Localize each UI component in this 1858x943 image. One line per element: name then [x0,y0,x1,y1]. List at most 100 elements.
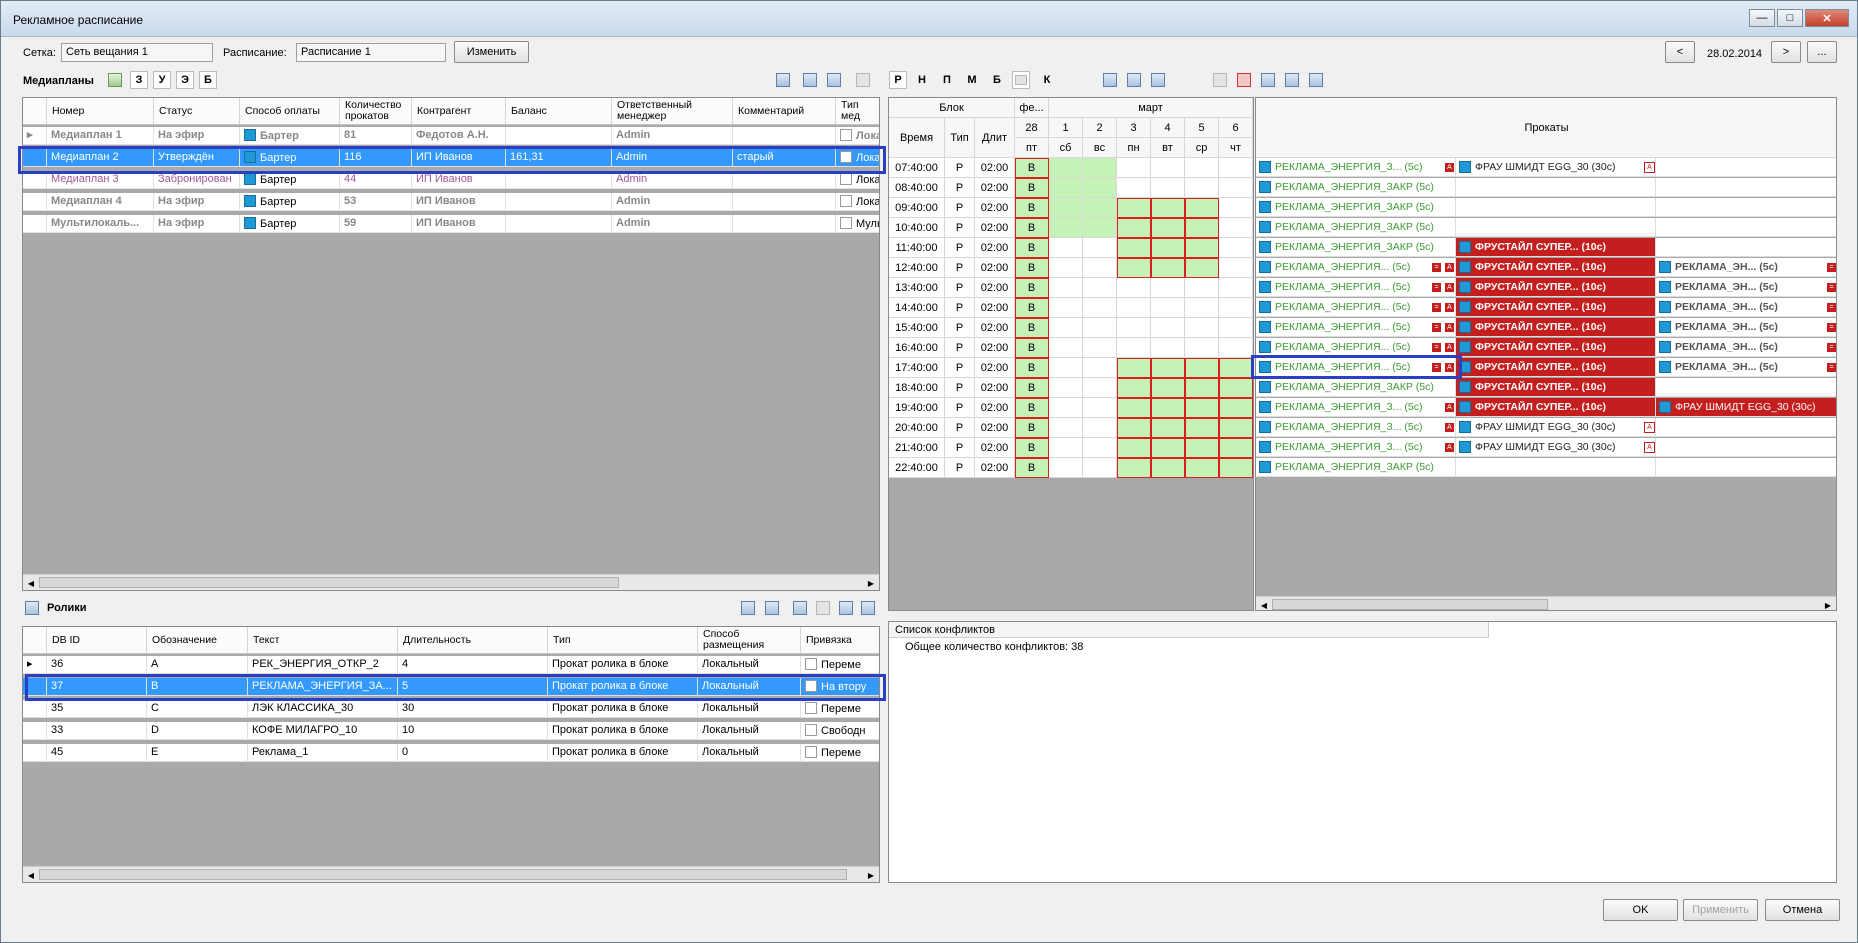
day-cell[interactable]: B [1015,358,1049,378]
filter-b-button[interactable]: Б [199,71,217,89]
day-cell[interactable] [1185,238,1219,258]
day-cell[interactable] [1117,458,1151,478]
day-cell[interactable] [1185,378,1219,398]
mediaplan-view-icon[interactable] [106,71,124,89]
ad-cell[interactable]: РЕКЛАМА_ЭНЕРГИЯ... (5с) = A [1256,298,1456,317]
col-status[interactable]: Статус [154,98,240,124]
day-cell[interactable]: B [1015,238,1049,258]
day-cell[interactable] [1083,358,1117,378]
ad-cell[interactable]: ФРАУ ШМИДТ EGG_30 (30с) A [1456,418,1656,437]
mediaplans-hscroll[interactable]: ◀ ▶ [23,574,879,590]
day-cell[interactable] [1049,438,1083,458]
day-cell[interactable] [1049,358,1083,378]
day-cell[interactable] [1117,378,1151,398]
day-cell[interactable] [1219,358,1253,378]
more-button[interactable]: ... [1807,41,1837,63]
day-cell[interactable] [1151,218,1185,238]
letter-p-button[interactable]: П [938,71,956,89]
day-cell[interactable]: B [1015,258,1049,278]
ad-cell[interactable]: РЕКЛАМА_ЭН... (5с) = [1656,358,1836,377]
letter-n-button[interactable]: Н [913,71,931,89]
table-row[interactable]: 45 E Реклама_1 0 Прокат ролика в блоке Л… [23,744,879,762]
col-code[interactable]: Обозначение [147,627,248,653]
day-cell[interactable] [1185,178,1219,198]
day-cell[interactable] [1117,218,1151,238]
day-cell[interactable]: B [1015,338,1049,358]
day-cell[interactable] [1049,398,1083,418]
ad-cell[interactable]: РЕКЛАМА_ЭН... (5с) = [1656,278,1836,297]
ad-cell[interactable]: ФРУСТАЙЛ СУПЕР... (10с) [1456,378,1656,397]
day-cell[interactable] [1083,298,1117,318]
day-cell[interactable] [1151,198,1185,218]
day-cell[interactable] [1151,258,1185,278]
col-count[interactable]: Количество прокатов [340,98,412,124]
ad-cell[interactable]: РЕКЛАМА_ЭН... (5с) = [1656,298,1836,317]
ad-cell[interactable]: РЕКЛАМА_ЭНЕРГИЯ_ЗАКР (5с) [1256,238,1456,257]
table-row[interactable]: 35 C ЛЭК КЛАССИКА_30 30 Прокат ролика в … [23,700,879,718]
day-cell[interactable] [1185,418,1219,438]
day-cell[interactable] [1083,458,1117,478]
day-cell[interactable] [1117,298,1151,318]
day-cell[interactable] [1219,438,1253,458]
ad-cell[interactable]: ФРУСТАЙЛ СУПЕР... (10с) [1456,238,1656,257]
day-cell[interactable] [1185,218,1219,238]
minimize-button[interactable]: — [1749,9,1775,27]
ad-cell[interactable]: ФРАУ ШМИДТ EGG_30 (30с) A [1456,158,1656,177]
day-cell[interactable] [1049,458,1083,478]
ad-cell[interactable]: РЕКЛАМА_ЭНЕРГИЯ_ЗАКР (5с) [1256,458,1456,477]
day-cell[interactable] [1117,238,1151,258]
day-cell[interactable] [1083,198,1117,218]
day-cell[interactable] [1117,178,1151,198]
filter-e-button[interactable]: Э [176,71,194,89]
ad-cell[interactable]: РЕКЛАМА_ЭНЕРГИЯ... (5с) = A [1256,278,1456,297]
clip-view-icon[interactable] [837,599,855,617]
add-mediaplan-icon[interactable] [801,71,819,89]
schedule-field[interactable]: Расписание 1 [296,43,446,62]
col-text[interactable]: Текст [248,627,398,653]
day-cell[interactable] [1185,278,1219,298]
block-icon-5[interactable] [1307,71,1325,89]
day-cell[interactable] [1185,438,1219,458]
ad-cell[interactable]: РЕКЛАМА_ЭНЕРГИЯ_З... (5с) A [1256,158,1456,177]
day-cell[interactable] [1117,198,1151,218]
day-cell[interactable] [1219,218,1253,238]
clip-dropdown-icon[interactable] [763,599,781,617]
ad-cell[interactable]: ФРУСТАЙЛ СУПЕР... (10с) [1456,258,1656,277]
day-cell[interactable] [1151,458,1185,478]
close-button[interactable]: ✕ [1805,9,1849,27]
layout-icon-3[interactable] [1149,71,1167,89]
day-cell[interactable] [1083,278,1117,298]
day-cell[interactable] [1117,398,1151,418]
col-contragent[interactable]: Контрагент [412,98,506,124]
ad-cell[interactable]: РЕКЛАМА_ЭНЕРГИЯ... (5с) = A [1256,358,1456,377]
ad-cell[interactable]: ФРУСТАЙЛ СУПЕР... (10с) [1456,298,1656,317]
clip-delete-icon[interactable] [859,599,877,617]
cancel-button[interactable]: Отмена [1765,899,1840,921]
col-type[interactable]: Тип мед [836,98,879,124]
day-cell[interactable]: B [1015,418,1049,438]
day-cell[interactable] [1083,158,1117,178]
day-cell[interactable] [1049,198,1083,218]
prev-date-button[interactable]: < [1665,41,1695,63]
ad-cell[interactable]: РЕКЛАМА_ЭН... (5с) = [1656,258,1836,277]
day-cell[interactable] [1219,238,1253,258]
day-cell[interactable]: B [1015,158,1049,178]
day-cell[interactable] [1049,318,1083,338]
ok-button[interactable]: OK [1603,899,1678,921]
ad-cell[interactable]: ФРАУ ШМИДТ EGG_30 (30с) A [1456,438,1656,457]
ad-cell[interactable]: РЕКЛАМА_ЭНЕРГИЯ_ЗАКР (5с) [1256,178,1456,197]
grid-field[interactable]: Сеть вещания 1 [61,43,213,62]
day-cell[interactable] [1151,318,1185,338]
ad-cell[interactable]: ФРУСТАЙЛ СУПЕР... (10с) [1456,398,1656,417]
col-binding[interactable]: Привязка [801,627,879,653]
day-cell[interactable] [1151,238,1185,258]
apply-button[interactable]: Применить [1683,899,1758,921]
col-db-id[interactable]: DB ID [47,627,147,653]
day-cell[interactable] [1117,158,1151,178]
day-cell[interactable] [1117,318,1151,338]
columns-icon[interactable] [774,71,792,89]
table-row[interactable]: Медиаплан 3 Забронирован Бартер 44 ИП Ив… [23,171,879,189]
col-balance[interactable]: Баланс [506,98,612,124]
day-cell[interactable] [1083,398,1117,418]
day-cell[interactable] [1083,418,1117,438]
